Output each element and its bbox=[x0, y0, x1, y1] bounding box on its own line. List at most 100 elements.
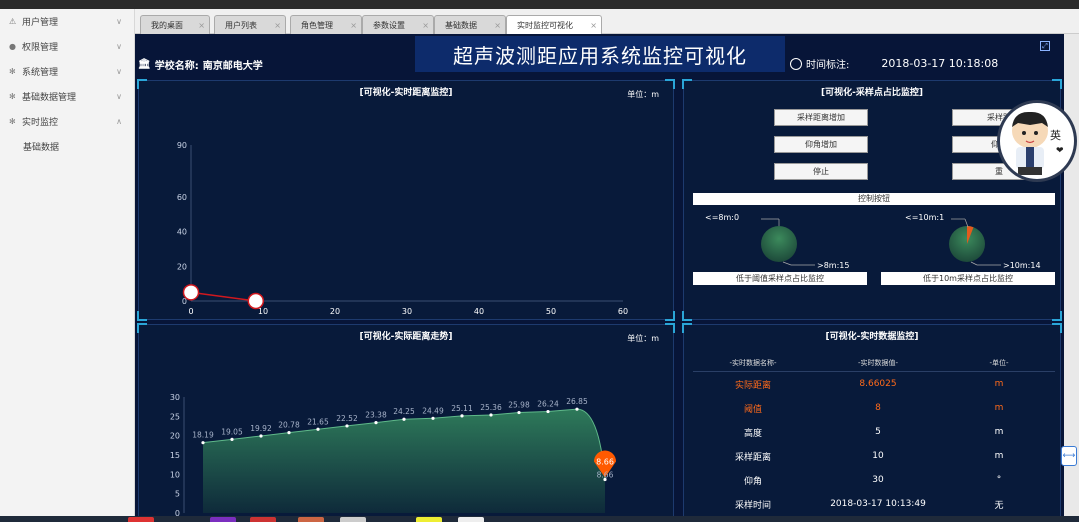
x-tick-label: 50 bbox=[546, 307, 556, 316]
x-tick-label: 40 bbox=[474, 307, 484, 316]
chevron-down-icon: ∨ bbox=[116, 17, 122, 26]
trend-point bbox=[287, 431, 291, 435]
y-tick-label: 60 bbox=[177, 193, 187, 202]
close-icon[interactable]: × bbox=[350, 21, 357, 30]
y-tick-label: 5 bbox=[175, 490, 180, 499]
school-info: 🏛 学校名称: 南京邮电大学 bbox=[138, 57, 263, 72]
cartoon-avatar-icon: 英 ❤ bbox=[1012, 111, 1064, 175]
peak-marker-label: 8.66 bbox=[596, 458, 614, 467]
panel-title: [可视化-采样点占比监控] bbox=[821, 88, 923, 98]
x-tick-label: 60 bbox=[618, 307, 628, 316]
sidebar-item-user-management[interactable]: ⚠ 用户管理 ∨ bbox=[0, 9, 134, 34]
table-row: 采样距离 10 m bbox=[693, 444, 1055, 468]
close-icon[interactable]: × bbox=[590, 21, 597, 30]
trend-point bbox=[460, 414, 464, 418]
expand-handle-icon[interactable]: ⟷ bbox=[1061, 446, 1077, 466]
gear-icon: ✻ bbox=[9, 67, 16, 76]
y-tick-label: 0 bbox=[175, 509, 180, 516]
close-icon[interactable]: × bbox=[274, 21, 281, 30]
column-header: -实时数据值- bbox=[857, 358, 899, 367]
tab-basic-data[interactable]: 基础数据 × bbox=[434, 15, 506, 34]
y-tick-label: 40 bbox=[177, 228, 187, 237]
trend-point bbox=[374, 420, 378, 425]
school-name: 南京邮电大学 bbox=[202, 61, 263, 72]
tab-realtime-visualization[interactable]: 实时监控可视化 × bbox=[506, 15, 602, 35]
table-cell-name: 阈值 bbox=[743, 404, 762, 415]
table-row: 仰角 30 ° bbox=[693, 468, 1055, 492]
trend-point bbox=[201, 441, 205, 445]
taskbar-app-icon[interactable] bbox=[128, 517, 154, 522]
taskbar-app-icon[interactable] bbox=[250, 517, 276, 522]
tab-parameter-settings[interactable]: 参数设置 × bbox=[362, 15, 434, 34]
table-header: -实时数据名称- -实时数据值- -单位- bbox=[693, 354, 1055, 372]
data-label: 25.11 bbox=[451, 404, 473, 413]
avatar[interactable]: 英 ❤ bbox=[997, 100, 1077, 182]
taskbar-app-icon[interactable] bbox=[210, 517, 236, 522]
tab-role-management[interactable]: 角色管理 × bbox=[290, 15, 362, 34]
sidebar: ⚠ 用户管理 ∨ ● 权限管理 ∨ ✻ 系统管理 ∨ ✻ 基础数据管理 ∨ ✻ … bbox=[0, 9, 135, 516]
taskbar-app-icon[interactable] bbox=[458, 517, 484, 522]
taskbar-app-icon[interactable] bbox=[340, 517, 366, 522]
panel-title: [可视化-实时数据监控] bbox=[825, 332, 919, 342]
table-cell-value: 8.66025 bbox=[859, 379, 897, 389]
data-label: 23.38 bbox=[365, 411, 387, 420]
chevron-down-icon: ∨ bbox=[116, 42, 122, 51]
distance-point bbox=[182, 284, 200, 301]
data-label: 24.25 bbox=[393, 407, 415, 416]
increase-sampling-distance-button[interactable]: 采样距离增加 bbox=[774, 109, 868, 126]
table-cell-name: 采样时间 bbox=[734, 500, 771, 511]
tab-label: 我的桌面 bbox=[151, 20, 183, 30]
sidebar-item-label: 实时监控 bbox=[22, 118, 59, 128]
increase-elevation-button[interactable]: 仰角增加 bbox=[774, 136, 868, 153]
y-tick-label: 15 bbox=[170, 451, 180, 460]
fullscreen-icon[interactable]: ⤢ bbox=[1040, 41, 1050, 51]
sidebar-subitem-label: 基础数据 bbox=[23, 143, 60, 153]
panel-distance-trend: [可视化-实际距离走势] 单位：m 0 5 10 15 20 25 30 18.19 19.05… bbox=[137, 323, 675, 516]
sidebar-item-system[interactable]: ✻ 系统管理 ∨ bbox=[0, 59, 134, 84]
taskbar-app-icon[interactable] bbox=[298, 517, 324, 522]
close-icon[interactable]: × bbox=[494, 21, 501, 30]
sidebar-item-label: 用户管理 bbox=[22, 18, 59, 28]
tab-label: 角色管理 bbox=[301, 20, 333, 30]
data-label: 25.36 bbox=[480, 403, 502, 412]
y-tick-label: 10 bbox=[170, 470, 180, 479]
realtime-data-table: -实时数据名称- -实时数据值- -单位- 实际距离 8.66025 m 阈值 8 m 高度… bbox=[693, 354, 1055, 516]
pie1-bottom-label: >8m:15 bbox=[817, 261, 849, 270]
data-label: 26.24 bbox=[537, 400, 559, 409]
column-header: -实时数据名称- bbox=[729, 358, 777, 367]
stop-button[interactable]: 停止 bbox=[774, 163, 868, 180]
data-label: 19.05 bbox=[221, 427, 243, 436]
distance-series-line bbox=[190, 291, 256, 302]
sidebar-item-label: 系统管理 bbox=[22, 68, 59, 78]
sidebar-item-realtime-monitor[interactable]: ✻ 实时监控 ∧ bbox=[0, 109, 134, 134]
pie1-slice-above bbox=[761, 226, 797, 262]
table-cell-name: 实际距离 bbox=[734, 380, 771, 391]
x-tick-label: 30 bbox=[402, 307, 412, 316]
x-tick-label: 0 bbox=[188, 307, 193, 316]
table-cell-name: 仰角 bbox=[743, 476, 762, 487]
sidebar-item-basic-data[interactable]: ✻ 基础数据管理 ∨ bbox=[0, 84, 134, 109]
close-icon[interactable]: × bbox=[198, 21, 205, 30]
clock-icon bbox=[790, 57, 802, 70]
tab-my-desktop[interactable]: 我的桌面 × bbox=[140, 15, 210, 34]
sidebar-item-permissions[interactable]: ● 权限管理 ∨ bbox=[0, 34, 134, 59]
table-cell-unit: ° bbox=[996, 475, 1002, 485]
data-label: 22.52 bbox=[336, 414, 358, 423]
sidebar-item-label: 基础数据管理 bbox=[22, 93, 77, 103]
trend-point bbox=[575, 407, 579, 411]
table-row: 实际距离 8.66025 m bbox=[693, 372, 1055, 396]
taskbar-app-icon[interactable] bbox=[416, 517, 442, 522]
trend-point bbox=[489, 413, 493, 417]
tab-user-list[interactable]: 用户列表 × bbox=[214, 15, 286, 34]
data-label: 18.19 bbox=[192, 431, 214, 440]
pie1-title: 低于阈值采样点占比监控 bbox=[693, 272, 867, 285]
data-label: 26.85 bbox=[566, 397, 588, 406]
time-label: 时间标注: bbox=[806, 60, 850, 71]
table-cell-name: 高度 bbox=[743, 428, 762, 439]
sidebar-subitem-basic-data[interactable]: 基础数据 bbox=[0, 134, 134, 159]
close-icon[interactable]: × bbox=[422, 21, 429, 30]
pie2-top-label: <=10m:1 bbox=[905, 213, 944, 222]
x-tick-label: 20 bbox=[330, 307, 340, 316]
trend-point bbox=[259, 434, 263, 438]
time-info: 时间标注: 2018-03-17 10:18:08 bbox=[790, 56, 998, 71]
